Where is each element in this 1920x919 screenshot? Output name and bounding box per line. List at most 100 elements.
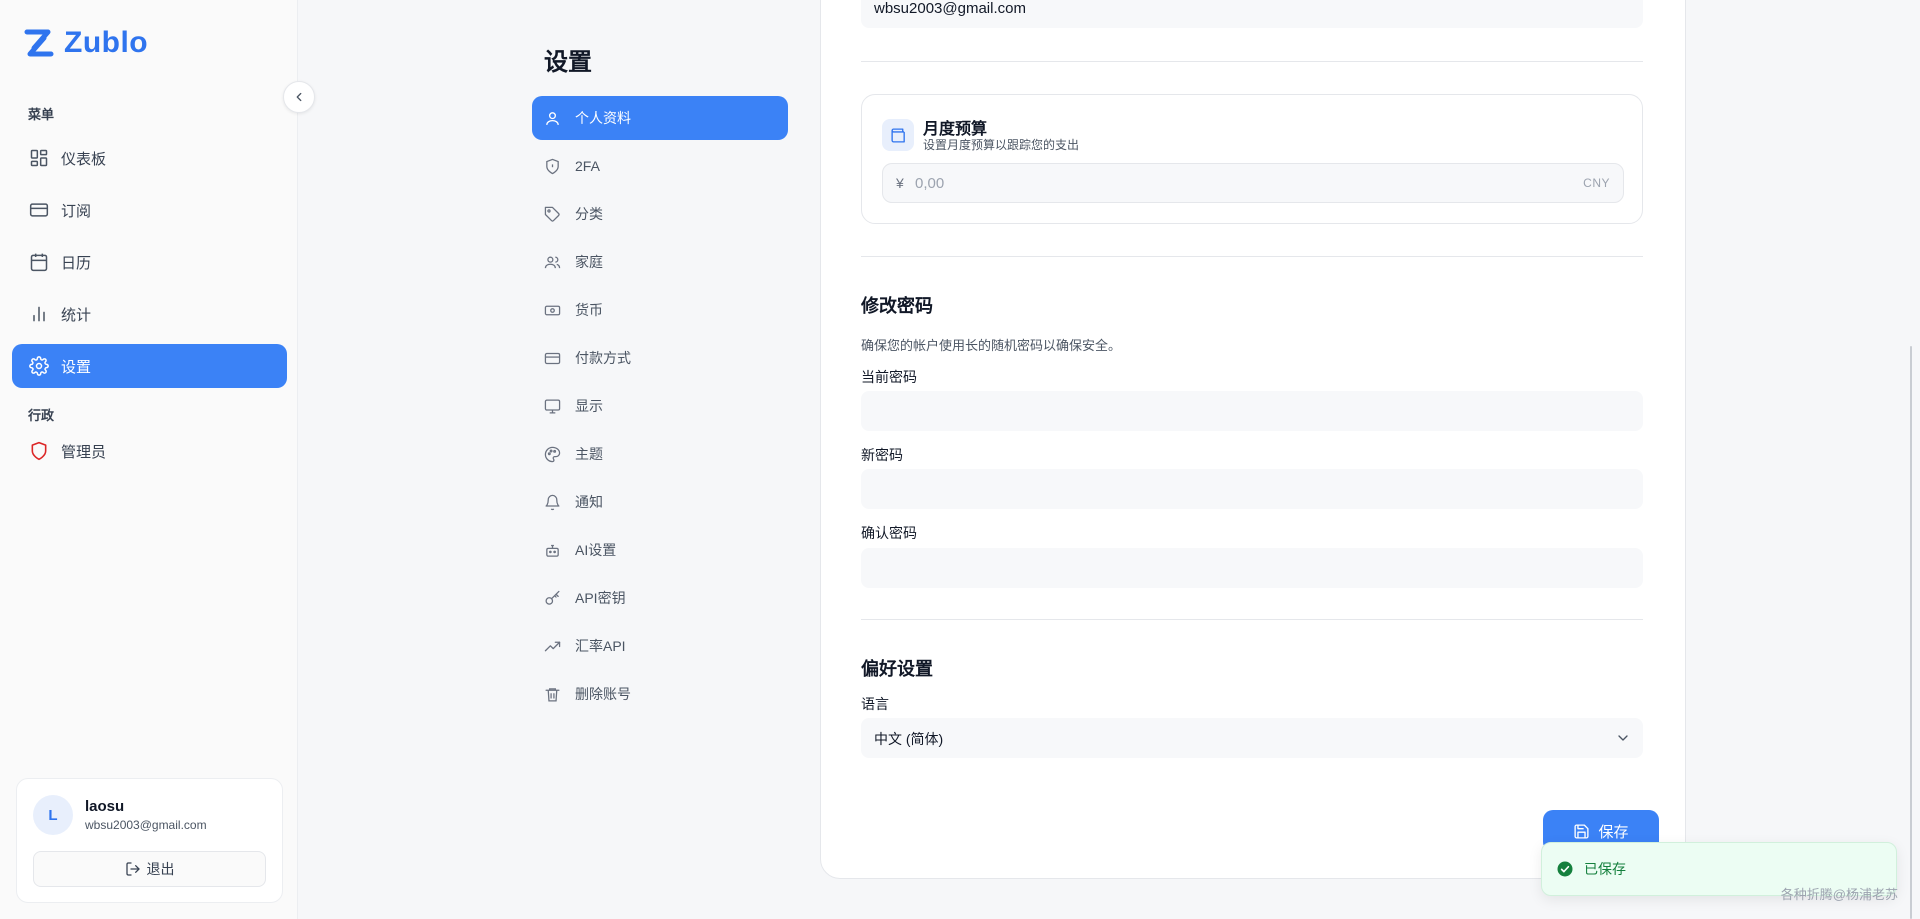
budget-placeholder: 0,00 [915, 175, 945, 192]
settings-tab-profile[interactable]: 个人资料 [532, 96, 788, 140]
settings-tab-exchange-api[interactable]: 汇率API [532, 624, 788, 668]
settings-tab-label: 汇率API [575, 638, 626, 654]
save-label: 保存 [1598, 823, 1629, 841]
budget-subtitle: 设置月度预算以跟踪您的支出 [923, 138, 1080, 152]
brand-logo[interactable]: Zublo [22, 26, 148, 60]
monitor-icon [544, 398, 561, 414]
settings-tab-ai[interactable]: AI设置 [532, 528, 788, 572]
new-password-label: 新密码 [861, 447, 903, 463]
settings-tab-label: 家庭 [575, 254, 603, 270]
card-icon [29, 203, 49, 217]
current-password-input[interactable] [861, 391, 1643, 431]
chevron-left-icon [296, 92, 302, 102]
palette-icon [544, 446, 561, 462]
settings-tab-theme[interactable]: 主题 [532, 432, 788, 476]
sidebar-item-calendar[interactable]: 日历 [12, 240, 287, 284]
settings-tab-categories[interactable]: 分类 [532, 192, 788, 236]
monthly-budget-card: 月度预算 设置月度预算以跟踪您的支出 ¥ 0,00 CNY [861, 94, 1643, 224]
email-field[interactable]: wbsu2003@gmail.com [861, 0, 1643, 28]
settings-tab-label: 货币 [575, 302, 603, 318]
logout-button[interactable]: 退出 [33, 851, 266, 887]
confirm-password-label: 确认密码 [861, 525, 917, 541]
sidebar-item-admin[interactable]: 管理员 [12, 429, 287, 473]
settings-tab-label: 个人资料 [575, 110, 631, 126]
avatar: L [33, 795, 73, 835]
sidebar-item-statistics[interactable]: 统计 [12, 292, 287, 336]
sidebar-item-subscriptions[interactable]: 订阅 [12, 188, 287, 232]
language-value: 中文 (简体) [874, 731, 944, 747]
sidebar-item-label: 统计 [61, 306, 92, 324]
settings-tab-household[interactable]: 家庭 [532, 240, 788, 284]
sidebar: Zublo 菜单 仪表板 订阅 日历 统计 设置 行政 管理员 L laosu … [0, 0, 315, 919]
settings-tab-label: 2FA [575, 158, 600, 174]
check-circle-icon [1557, 861, 1573, 877]
settings-tab-label: 删除账号 [575, 686, 631, 702]
preferences-heading: 偏好设置 [861, 659, 933, 679]
trash-icon [545, 687, 560, 702]
calendar-icon [30, 253, 48, 272]
tag-icon [544, 206, 560, 222]
gear-icon [29, 356, 49, 376]
user-icon [546, 111, 559, 125]
new-password-input[interactable] [861, 469, 1643, 509]
scrollbar-thumb[interactable] [1910, 346, 1912, 919]
brand-name: Zublo [64, 26, 149, 59]
sidebar-item-label: 设置 [61, 358, 92, 376]
key-icon [545, 590, 560, 605]
toast-message: 已保存 [1584, 861, 1626, 877]
sidebar-item-label: 订阅 [61, 202, 92, 220]
users-icon [544, 256, 561, 268]
sidebar-item-label: 管理员 [61, 443, 107, 461]
chevron-down-icon [1618, 735, 1628, 741]
save-icon [1574, 823, 1590, 839]
sidebar-collapse-button[interactable] [283, 81, 315, 113]
settings-tab-label: 付款方式 [575, 350, 631, 366]
trending-up-icon [544, 641, 561, 651]
settings-tab-label: AI设置 [575, 542, 617, 558]
settings-tab-display[interactable]: 显示 [532, 384, 788, 428]
currency-symbol: ¥ [896, 175, 904, 191]
page-title: 设置 [544, 49, 592, 76]
settings-tab-2fa[interactable]: 2FA [532, 144, 788, 188]
credit-card-icon [544, 352, 561, 364]
language-label: 语言 [861, 696, 889, 712]
shield-icon [31, 441, 47, 461]
sidebar-item-settings[interactable]: 设置 [12, 344, 287, 388]
settings-tab-label: 分类 [575, 206, 603, 222]
admin-section-label: 行政 [28, 408, 55, 423]
menu-section-label: 菜单 [28, 107, 55, 122]
settings-tab-currency[interactable]: 货币 [532, 288, 788, 332]
settings-tab-label: 主题 [575, 446, 603, 462]
settings-tab-payment-methods[interactable]: 付款方式 [532, 336, 788, 380]
change-password-description: 确保您的帐户使用长的随机密码以确保安全。 [861, 338, 1122, 353]
user-card: L laosu wbsu2003@gmail.com 退出 [16, 778, 283, 903]
settings-tab-label: 显示 [575, 398, 603, 414]
budget-input[interactable]: ¥ 0,00 CNY [882, 163, 1624, 203]
bot-icon [546, 544, 559, 557]
confirm-password-input[interactable] [861, 548, 1643, 588]
currency-code: CNY [1583, 176, 1610, 190]
logout-label: 退出 [146, 861, 175, 877]
sidebar-item-label: 仪表板 [61, 150, 107, 168]
settings-tab-notifications[interactable]: 通知 [532, 480, 788, 524]
bar-chart-icon [33, 306, 45, 322]
banknote-icon [544, 305, 561, 315]
user-name: laosu [85, 798, 125, 815]
dashboard-icon [30, 149, 48, 167]
settings-tab-api-keys[interactable]: API密钥 [532, 576, 788, 620]
watermark: 各种折腾@杨浦老苏 [1780, 887, 1898, 902]
settings-tab-label: API密钥 [575, 590, 626, 606]
logout-icon [125, 862, 140, 876]
wallet-icon [890, 127, 905, 143]
language-select[interactable]: 中文 (简体) [861, 718, 1643, 758]
settings-tab-delete-account[interactable]: 删除账号 [532, 672, 788, 716]
divider [861, 61, 1643, 62]
divider [861, 619, 1643, 620]
sidebar-item-dashboard[interactable]: 仪表板 [12, 136, 287, 180]
budget-icon-wrapper [882, 119, 914, 151]
settings-tab-label: 通知 [575, 494, 603, 510]
zublo-logo-icon [24, 29, 54, 57]
sidebar-item-label: 日历 [61, 254, 92, 272]
user-email: wbsu2003@gmail.com [85, 818, 207, 832]
shield-icon [546, 158, 559, 174]
